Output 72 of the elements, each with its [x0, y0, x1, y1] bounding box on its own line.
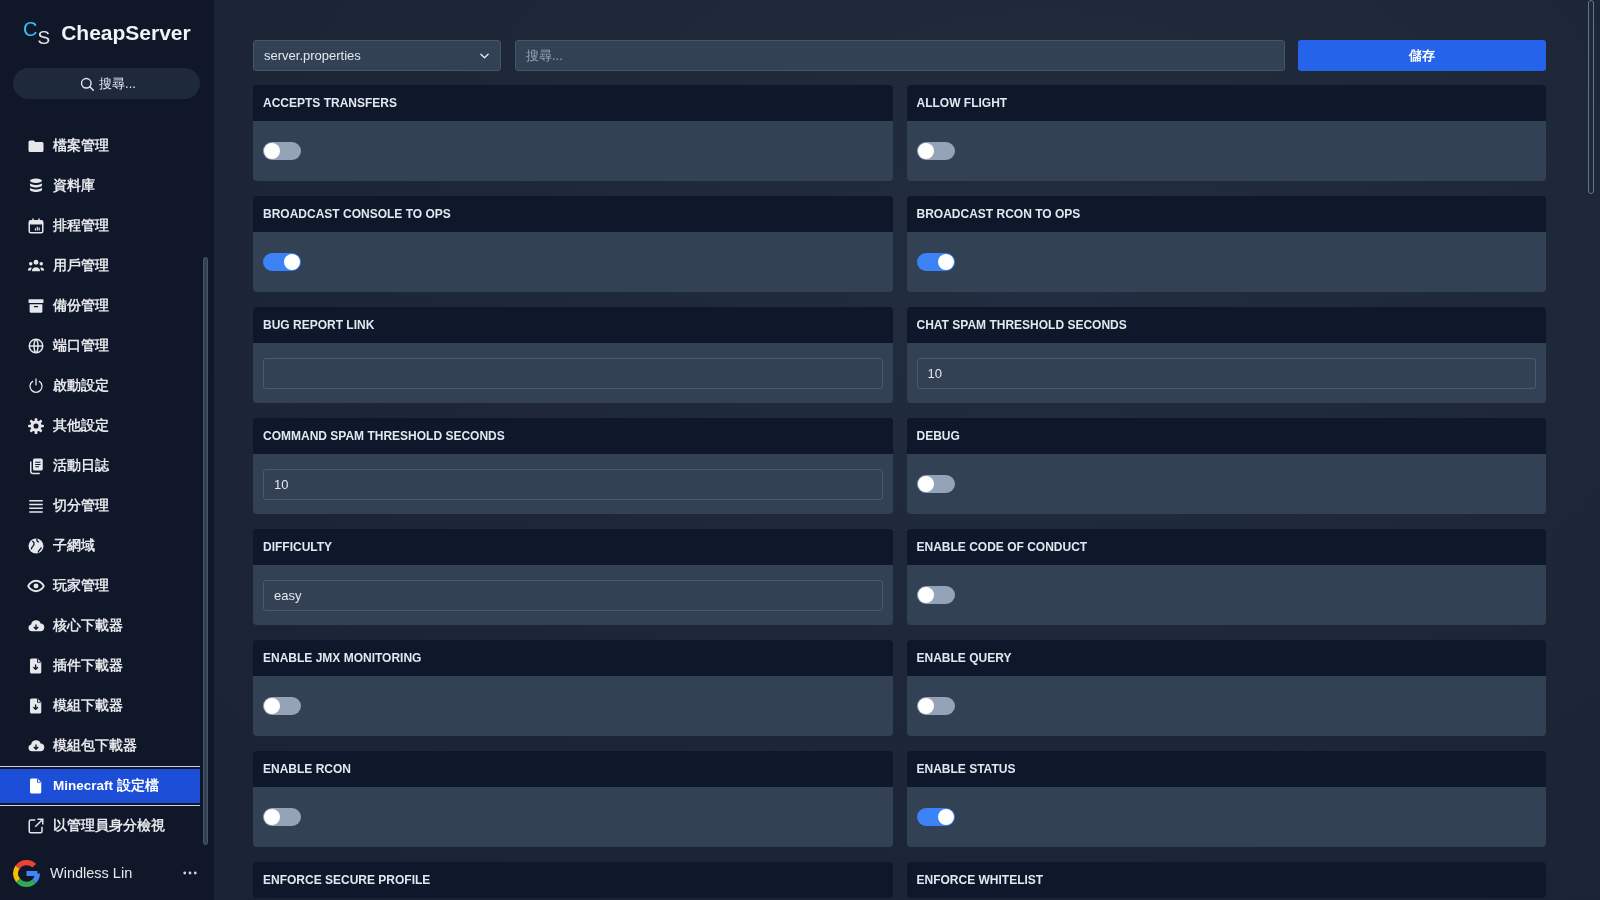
toggle-switch[interactable]: [916, 808, 955, 826]
setting-header: ACCEPTS TRANSFERS: [253, 85, 893, 121]
setting-header: ENFORCE SECURE PROFILE: [253, 862, 893, 898]
more-options-icon[interactable]: [183, 871, 197, 875]
sidebar-item[interactable]: 以管理員身分檢視: [0, 806, 200, 846]
setting-header: COMMAND SPAM THRESHOLD SECONDS: [253, 418, 893, 454]
sidebar-item[interactable]: 插件下載器: [0, 646, 200, 686]
sidebar-item[interactable]: 檔案管理: [0, 126, 200, 166]
setting-header: ENABLE STATUS: [906, 751, 1546, 787]
search-icon: [80, 77, 94, 91]
chevron-down-icon: [480, 52, 489, 59]
setting-header: ALLOW FLIGHT: [906, 85, 1546, 121]
sidebar-item[interactable]: 啟動設定: [0, 366, 200, 406]
sidebar-item[interactable]: 模組包下載器: [0, 726, 200, 766]
globe-icon: [27, 337, 45, 355]
sidebar-item[interactable]: 資料庫: [0, 166, 200, 206]
sidebar-item[interactable]: 用戶管理: [0, 246, 200, 286]
calendar-icon: [27, 217, 45, 235]
sidebar-item[interactable]: 玩家管理: [0, 566, 200, 606]
folder-icon: [27, 137, 45, 155]
text-field[interactable]: 10: [916, 357, 1536, 389]
toggle-switch[interactable]: [916, 142, 955, 160]
file-select[interactable]: server.properties: [253, 40, 501, 71]
power-icon: [27, 377, 45, 395]
setting-header: BUG REPORT LINK: [253, 307, 893, 343]
toggle-switch[interactable]: [263, 253, 301, 271]
brand-name: CheapServer: [61, 21, 191, 45]
earth-icon: [27, 537, 45, 555]
sidebar-item[interactable]: 活動日誌: [0, 446, 200, 486]
toggle-switch[interactable]: [916, 253, 955, 271]
sidebar-item[interactable]: Minecraft 設定檔: [0, 766, 200, 806]
text-field[interactable]: 10: [263, 468, 883, 500]
toggle-switch[interactable]: [916, 475, 955, 493]
toggle-switch[interactable]: [916, 697, 955, 715]
setting-header: ENABLE CODE OF CONDUCT: [906, 529, 1546, 565]
setting-header: ENFORCE WHITELIST: [906, 862, 1546, 898]
toggle-switch[interactable]: [916, 586, 955, 604]
sidebar-item[interactable]: 端口管理: [0, 326, 200, 366]
external-link-icon: [27, 817, 45, 835]
eye-icon: [27, 577, 45, 595]
setting-header: ENABLE JMX MONITORING: [253, 640, 893, 676]
setting-header: DEBUG: [906, 418, 1546, 454]
list-icon: [27, 497, 45, 515]
scrollbar-thumb[interactable]: [1588, 0, 1594, 194]
toggle-switch[interactable]: [263, 697, 301, 715]
setting-header: ENABLE RCON: [253, 751, 893, 787]
setting-header: BROADCAST CONSOLE TO OPS: [253, 196, 893, 232]
text-field[interactable]: [263, 357, 883, 389]
sidebar-item[interactable]: 模組下載器: [0, 686, 200, 726]
setting-header: CHAT SPAM THRESHOLD SECONDS: [906, 307, 1546, 343]
sidebar-item[interactable]: 核心下載器: [0, 606, 200, 646]
text-field[interactable]: easy: [263, 579, 883, 611]
sidebar-item[interactable]: 排程管理: [0, 206, 200, 246]
sidebar-item[interactable]: 其他設定: [0, 406, 200, 446]
scrollbar-thumb[interactable]: [203, 257, 208, 845]
sidebar-item[interactable]: 子網域: [0, 526, 200, 566]
setting-header: DIFFICULTY: [253, 529, 893, 565]
archive-box-icon: [27, 297, 45, 315]
search-field[interactable]: 搜尋...: [13, 68, 200, 99]
toggle-switch[interactable]: [263, 142, 301, 160]
save-button[interactable]: 儲存: [1298, 40, 1546, 71]
database-icon: [27, 177, 45, 195]
sidebar-item[interactable]: 備份管理: [0, 286, 200, 326]
setting-header: BROADCAST RCON TO OPS: [906, 196, 1546, 232]
documents-icon: [27, 457, 45, 475]
g-logo-icon: [13, 859, 40, 887]
settings-icon: [27, 417, 45, 435]
search-field[interactable]: 搜尋...: [515, 40, 1285, 71]
sidebar-item[interactable]: 切分管理: [0, 486, 200, 526]
toggle-switch[interactable]: [263, 808, 301, 826]
user-name: Windless Lin: [50, 865, 133, 881]
setting-header: ENABLE QUERY: [906, 640, 1546, 676]
